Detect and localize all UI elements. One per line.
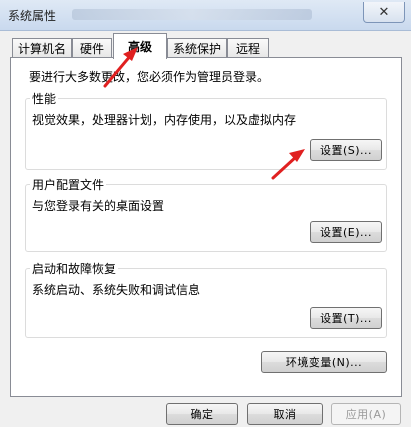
button-label: 设置(S)... [319,144,373,157]
close-icon: ✕ [378,4,390,20]
button-label: 取消 [273,408,297,421]
group-title: 性能 [30,90,59,107]
blurred-title-region [72,9,312,20]
group-description: 系统启动、系统失败和调试信息 [32,283,201,297]
performance-group: 性能 视觉效果，处理器计划，内存使用，以及虚拟内存 设置(S)... [25,90,387,170]
tab-label: 硬件 [79,42,104,56]
performance-settings-button[interactable]: 设置(S)... [310,139,382,161]
group-title: 用户配置文件 [30,176,107,193]
apply-button[interactable]: 应用(A) [331,403,401,425]
tab-system-protection[interactable]: 系统保护 [167,38,227,58]
close-button[interactable]: ✕ [363,2,405,23]
startup-recovery-settings-button[interactable]: 设置(T)... [310,307,382,329]
window-title: 系统属性 [8,9,57,23]
button-label: 设置(E)... [319,226,373,239]
group-description: 与您登录有关的桌面设置 [32,199,165,213]
group-description: 视觉效果，处理器计划，内存使用，以及虚拟内存 [32,113,297,127]
user-profiles-settings-button[interactable]: 设置(E)... [310,221,382,243]
title-bar: 系统属性 ✕ [0,0,411,31]
cancel-button[interactable]: 取消 [247,403,323,425]
group-title: 启动和故障恢复 [30,260,119,277]
user-profiles-group: 用户配置文件 与您登录有关的桌面设置 设置(E)... [25,176,387,252]
button-label: 设置(T)... [320,312,372,325]
button-label: 确定 [190,408,214,421]
tab-advanced[interactable]: 高级 [113,33,167,59]
tab-remote[interactable]: 远程 [227,38,269,58]
button-label: 环境变量(N)... [285,356,363,369]
ok-button[interactable]: 确定 [166,403,238,425]
startup-recovery-group: 启动和故障恢复 系统启动、系统失败和调试信息 设置(T)... [25,260,387,338]
tab-computer-name[interactable]: 计算机名 [12,38,72,58]
tab-panel-advanced: 要进行大多数更改，您必须作为管理员登录。 性能 视觉效果，处理器计划，内存使用，… [10,57,402,397]
tab-label: 计算机名 [17,42,66,56]
admin-notice: 要进行大多数更改，您必须作为管理员登录。 [29,70,270,84]
tab-label: 高级 [127,40,152,54]
tab-label: 系统保护 [172,42,221,56]
tab-label: 远程 [235,42,260,56]
tab-hardware[interactable]: 硬件 [72,38,112,58]
environment-variables-button[interactable]: 环境变量(N)... [261,351,387,373]
button-label: 应用(A) [345,408,387,421]
